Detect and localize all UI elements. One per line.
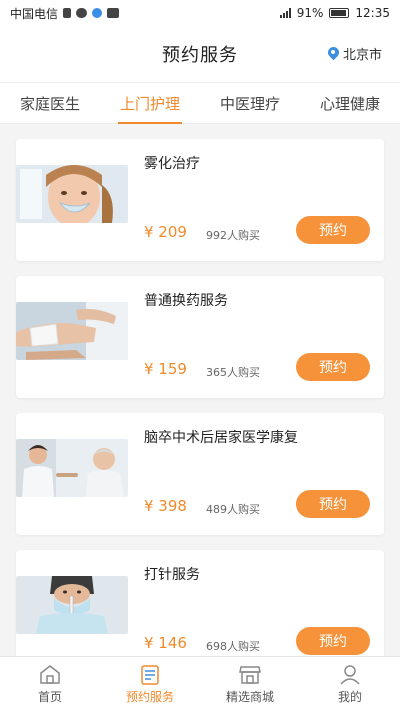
nav-home-label: 首页 [37, 690, 62, 704]
tab-home-nursing[interactable]: 上门护理 [117, 85, 183, 124]
nav-store-label: 精选商城 [225, 690, 274, 704]
nav-profile[interactable]: 我的 [305, 663, 395, 705]
tab-family-doctor[interactable]: 家庭医生 [18, 85, 82, 122]
service-title: 打针服务 [144, 567, 200, 583]
user-icon [340, 665, 360, 685]
battery-percent: 91% [296, 6, 324, 20]
purchase-count: 698人购买 [206, 640, 260, 653]
signal-icon [279, 8, 291, 18]
service-card[interactable]: 打针服务 ¥ 146 698人购买 预约 [16, 550, 384, 656]
city-label: 北京市 [342, 48, 382, 63]
book-button[interactable]: 预约 [296, 216, 370, 244]
service-price: ¥ 159 [144, 360, 187, 378]
calendar-icon [141, 665, 159, 685]
purchase-count: 489人购买 [206, 503, 260, 516]
cloud-icon [76, 8, 88, 18]
service-title: 普通换药服务 [144, 293, 228, 309]
message-icon [107, 8, 120, 18]
purchase-count: 992人购买 [206, 229, 260, 242]
nav-profile-label: 我的 [337, 690, 362, 704]
tab-mental-health[interactable]: 心理健康 [318, 85, 382, 122]
nav-booking[interactable]: 预约服务 [105, 663, 195, 705]
battery-icon [329, 8, 350, 18]
app-notification-icon [92, 8, 103, 18]
category-tabs: 家庭医生 上门护理 中医理疗 心理健康 [0, 82, 400, 124]
service-card[interactable]: 脑卒中术后居家医学康复 ¥ 398 489人购买 预约 [16, 413, 384, 535]
service-list: 雾化治疗 ¥ 209 992人购买 预约 普通换药服务 ¥ 159 365人购买… [0, 124, 400, 656]
hand-bandage-photo [16, 302, 128, 360]
clock: 12:35 [355, 6, 390, 20]
service-card[interactable]: 普通换药服务 ¥ 159 365人购买 预约 [16, 276, 384, 398]
nurse-syringe-photo [16, 576, 128, 634]
page-title: 预约服务 [162, 45, 238, 66]
nav-booking-label: 预约服务 [125, 690, 174, 704]
nav-home[interactable]: 首页 [5, 663, 95, 705]
usb-icon [63, 8, 72, 18]
service-card[interactable]: 雾化治疗 ¥ 209 992人购买 预约 [16, 139, 384, 261]
carrier-label: 中国电信 [10, 6, 59, 21]
purchase-count: 365人购买 [206, 366, 260, 379]
service-price: ¥ 398 [144, 497, 187, 515]
service-price: ¥ 209 [144, 223, 187, 241]
nav-store[interactable]: 精选商城 [205, 663, 295, 705]
service-title: 脑卒中术后居家医学康复 [144, 430, 298, 446]
home-icon [40, 665, 60, 684]
location-pin-icon [328, 47, 339, 61]
book-button[interactable]: 预约 [296, 627, 370, 655]
service-price: ¥ 146 [144, 634, 187, 652]
book-button[interactable]: 预约 [296, 490, 370, 518]
status-bar: 中国电信 91% 12:35 [0, 0, 400, 26]
city-selector[interactable]: 北京市 [328, 44, 382, 63]
store-icon [239, 666, 261, 684]
bottom-navigation: 首页 预约服务 精选商城 我的 [0, 656, 400, 711]
doctor-elderly-patient-photo [16, 439, 128, 497]
service-title: 雾化治疗 [144, 156, 200, 172]
app-header: 预约服务 北京市 [0, 26, 400, 82]
child-nebulizer-photo [16, 165, 128, 223]
tab-tcm-therapy[interactable]: 中医理疗 [218, 85, 282, 122]
book-button[interactable]: 预约 [296, 353, 370, 381]
